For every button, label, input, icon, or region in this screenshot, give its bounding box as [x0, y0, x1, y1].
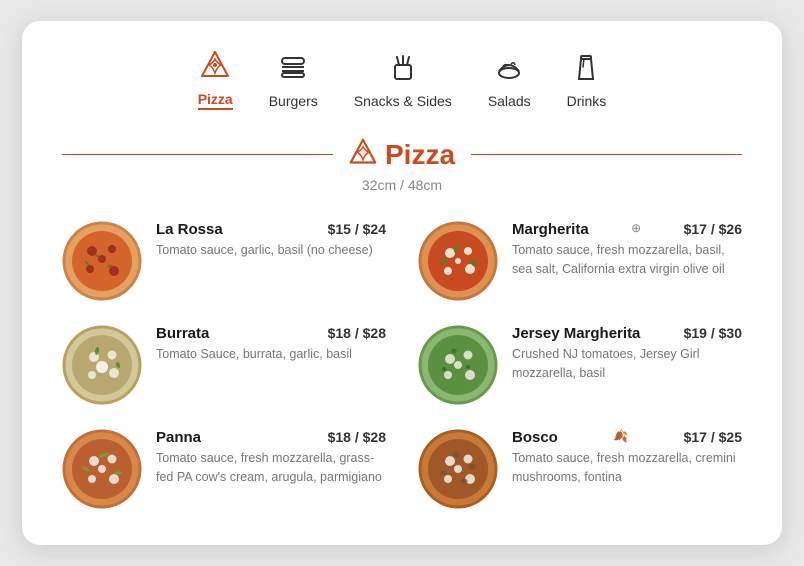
menu-item-bosco: Bosco 🍂 $17 / $25 Tomato sauce, fresh mo… [418, 429, 742, 509]
pizza-image-bosco [418, 429, 498, 509]
item-info-la-rossa: La Rossa $15 / $24 Tomato sauce, garlic,… [156, 221, 386, 260]
item-desc-jersey-margherita: Crushed NJ tomatoes, Jersey Girl mozzare… [512, 345, 742, 383]
item-desc-la-rossa: Tomato sauce, garlic, basil (no cheese) [156, 241, 386, 260]
item-price-jersey-margherita: $19 / $30 [684, 325, 742, 341]
pizza-image-panna [62, 429, 142, 509]
item-name-la-rossa: La Rossa [156, 221, 223, 238]
item-name-bosco: Bosco [512, 429, 558, 446]
item-header-burrata: Burrata $18 / $28 [156, 325, 386, 342]
section-subtitle: 32cm / 48cm [62, 177, 742, 193]
item-price-panna: $18 / $28 [328, 429, 386, 445]
menu-item-margherita: Margherita ⊕ $17 / $26 Tomato sauce, fre… [418, 221, 742, 301]
item-header-jersey-margherita: Jersey Margherita $19 / $30 [512, 325, 742, 342]
item-header-la-rossa: La Rossa $15 / $24 [156, 221, 386, 238]
item-info-burrata: Burrata $18 / $28 Tomato Sauce, burrata,… [156, 325, 386, 364]
item-header-margherita: Margherita ⊕ $17 / $26 [512, 221, 742, 238]
section-line-left [62, 154, 333, 156]
section-title-group: Pizza [349, 138, 455, 171]
section-pizza-icon [349, 138, 377, 171]
item-name-burrata: Burrata [156, 325, 209, 342]
menu-item-jersey-margherita: Jersey Margherita $19 / $30 Crushed NJ t… [418, 325, 742, 405]
item-desc-bosco: Tomato sauce, fresh mozzarella, cremini … [512, 449, 742, 487]
nav-label-burgers: Burgers [269, 93, 318, 109]
section-header: Pizza [62, 138, 742, 171]
nav-item-snacks[interactable]: Snacks & Sides [354, 51, 452, 109]
nav-label-pizza: Pizza [198, 91, 233, 110]
item-info-jersey-margherita: Jersey Margherita $19 / $30 Crushed NJ t… [512, 325, 742, 383]
fries-nav-icon [387, 51, 419, 87]
menu-card: Pizza Burgers [22, 21, 782, 545]
item-desc-margherita: Tomato sauce, fresh mozzarella, basil, s… [512, 241, 742, 279]
pizza-image-jersey-margherita [418, 325, 498, 405]
menu-item-la-rossa: La Rossa $15 / $24 Tomato sauce, garlic,… [62, 221, 386, 301]
pizza-image-la-rossa [62, 221, 142, 301]
item-name-margherita: Margherita [512, 221, 589, 238]
item-desc-panna: Tomato sauce, fresh mozzarella, grass-fe… [156, 449, 386, 487]
nav-item-burgers[interactable]: Burgers [269, 51, 318, 109]
pizza-image-burrata [62, 325, 142, 405]
item-name-panna: Panna [156, 429, 201, 446]
item-desc-burrata: Tomato Sauce, burrata, garlic, basil [156, 345, 386, 364]
menu-grid: La Rossa $15 / $24 Tomato sauce, garlic,… [62, 221, 742, 509]
menu-item-burrata: Burrata $18 / $28 Tomato Sauce, burrata,… [62, 325, 386, 405]
item-header-panna: Panna $18 / $28 [156, 429, 386, 446]
section-line-right [471, 154, 742, 156]
nav-item-pizza[interactable]: Pizza [198, 49, 233, 110]
item-badge-margherita: ⊕ [631, 221, 641, 235]
item-info-bosco: Bosco 🍂 $17 / $25 Tomato sauce, fresh mo… [512, 429, 742, 487]
item-price-margherita: $17 / $26 [684, 221, 742, 237]
nav-label-drinks: Drinks [567, 93, 607, 109]
pizza-image-margherita [418, 221, 498, 301]
item-name-jersey-margherita: Jersey Margherita [512, 325, 640, 342]
drink-nav-icon [570, 51, 602, 87]
item-price-bosco: $17 / $25 [684, 429, 742, 445]
section-title: Pizza [385, 139, 455, 171]
item-header-bosco: Bosco 🍂 $17 / $25 [512, 429, 742, 446]
item-price-burrata: $18 / $28 [328, 325, 386, 341]
nav-item-salads[interactable]: Salads [488, 51, 531, 109]
salad-nav-icon [493, 51, 525, 87]
pizza-nav-icon [199, 49, 231, 85]
nav-label-snacks: Snacks & Sides [354, 93, 452, 109]
category-nav: Pizza Burgers [62, 49, 742, 110]
menu-item-panna: Panna $18 / $28 Tomato sauce, fresh mozz… [62, 429, 386, 509]
item-badge-bosco: 🍂 [613, 429, 628, 443]
item-price-la-rossa: $15 / $24 [328, 221, 386, 237]
item-info-margherita: Margherita ⊕ $17 / $26 Tomato sauce, fre… [512, 221, 742, 279]
item-info-panna: Panna $18 / $28 Tomato sauce, fresh mozz… [156, 429, 386, 487]
burger-nav-icon [277, 51, 309, 87]
nav-item-drinks[interactable]: Drinks [567, 51, 607, 109]
nav-label-salads: Salads [488, 93, 531, 109]
